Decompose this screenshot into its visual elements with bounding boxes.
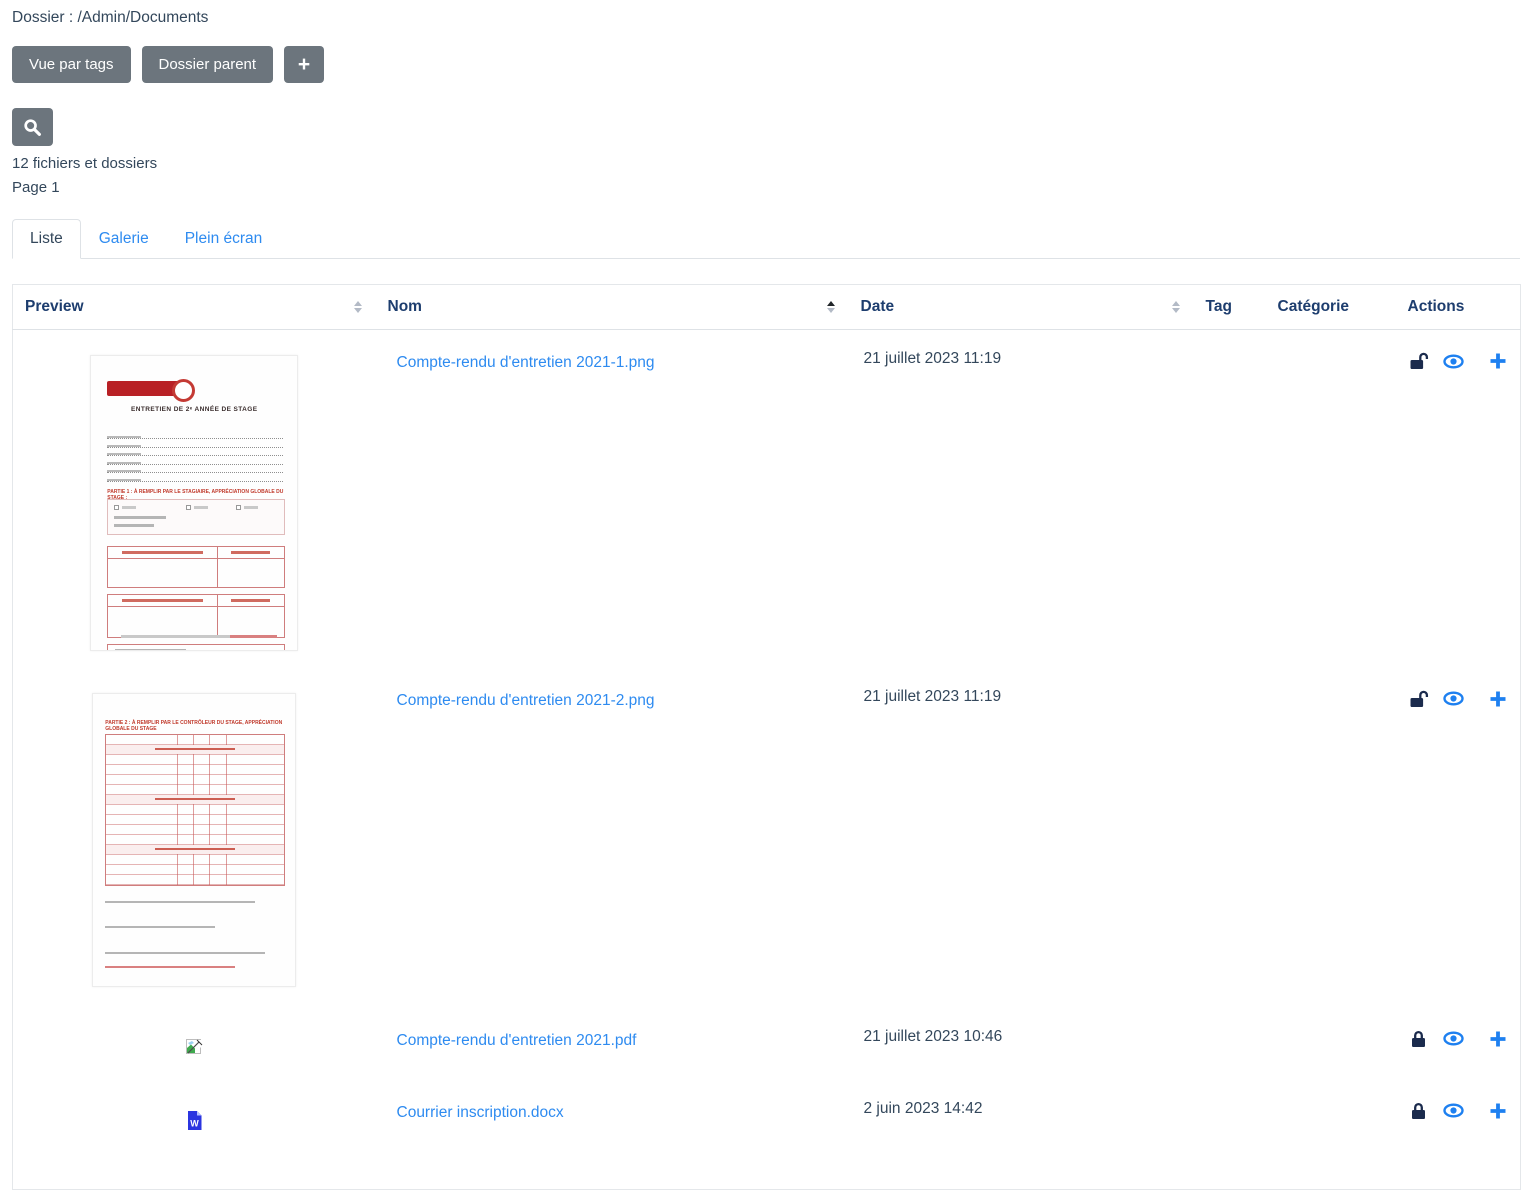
view-eye-icon[interactable] bbox=[1442, 691, 1464, 706]
thumbnail-footer-line bbox=[121, 635, 278, 638]
file-date: 21 juillet 2023 11:19 bbox=[863, 350, 1002, 367]
file-date: 21 juillet 2023 11:19 bbox=[863, 687, 1002, 705]
page-root: Dossier : /Admin/Documents Vue par tags … bbox=[0, 0, 1531, 1190]
parent-folder-button[interactable]: Dossier parent bbox=[141, 46, 274, 83]
tag-cell bbox=[1194, 668, 1266, 1008]
search-button[interactable] bbox=[12, 108, 53, 146]
signature-box-graphic bbox=[107, 644, 286, 650]
checkbox-box-graphic bbox=[107, 499, 286, 535]
text-line-graphic bbox=[105, 925, 216, 928]
text-line-graphic bbox=[105, 900, 256, 903]
file-date: 21 juillet 2023 10:46 bbox=[863, 1027, 1003, 1045]
column-header-actions: Actions bbox=[1395, 284, 1521, 330]
tag-cell bbox=[1194, 1008, 1266, 1080]
tag-cell bbox=[1194, 1080, 1266, 1190]
column-label: Preview bbox=[25, 298, 84, 315]
table-row: PARTIE 2 : À REMPLIR PAR LE CONTRÔLEUR D… bbox=[13, 668, 1521, 1008]
file-name-link[interactable]: Compte-rendu d'entretien 2021.pdf bbox=[397, 1032, 637, 1049]
column-header-categorie: Catégorie bbox=[1265, 284, 1396, 330]
form-lines-graphic bbox=[107, 435, 284, 486]
add-plus-icon[interactable] bbox=[1489, 1102, 1507, 1120]
file-preview-thumbnail[interactable]: PARTIE 2 : À REMPLIR PAR LE CONTRÔLEUR D… bbox=[92, 692, 297, 987]
tab-galerie[interactable]: Galerie bbox=[81, 219, 167, 259]
column-header-date[interactable]: Date bbox=[848, 284, 1194, 330]
column-header-preview[interactable]: Preview bbox=[12, 284, 376, 330]
category-cell bbox=[1266, 668, 1396, 1008]
file-date: 2 juin 2023 14:42 bbox=[863, 1099, 983, 1117]
tab-liste[interactable]: Liste bbox=[12, 219, 81, 259]
red-logo-graphic bbox=[107, 379, 196, 402]
word-letter: W bbox=[190, 1118, 199, 1128]
search-icon bbox=[23, 118, 42, 137]
toolbar: Vue par tags Dossier parent + bbox=[12, 46, 1520, 83]
file-table: Preview Nom Date Tag Catégorie Actions E… bbox=[12, 284, 1521, 1190]
file-name-link[interactable]: Compte-rendu d'entretien 2021-1.png bbox=[397, 354, 655, 371]
column-header-tag: Tag bbox=[1193, 284, 1266, 330]
add-plus-icon[interactable] bbox=[1489, 690, 1507, 708]
thumbnail-document-title: ENTRETIEN DE 2ᵉ ANNÉE DE STAGE bbox=[131, 406, 258, 413]
sort-icon[interactable] bbox=[1171, 301, 1180, 313]
file-table-zone: Preview Nom Date Tag Catégorie Actions E… bbox=[12, 284, 1521, 1190]
unlock-icon[interactable] bbox=[1409, 690, 1429, 708]
add-button[interactable]: + bbox=[284, 46, 325, 83]
word-file-icon: W bbox=[187, 1110, 202, 1135]
lock-icon[interactable] bbox=[1409, 1030, 1429, 1048]
file-preview-thumbnail[interactable]: ENTRETIEN DE 2ᵉ ANNÉE DE STAGE PARTIE 1 … bbox=[90, 355, 299, 651]
file-name-link[interactable]: Courrier inscription.docx bbox=[397, 1104, 564, 1121]
broken-image-icon bbox=[185, 1038, 203, 1060]
table-row: W Courrier inscription.docx 2 juin 2023 … bbox=[13, 1080, 1521, 1190]
view-by-tags-button[interactable]: Vue par tags bbox=[12, 46, 131, 83]
table-row: ENTRETIEN DE 2ᵉ ANNÉE DE STAGE PARTIE 1 … bbox=[13, 330, 1521, 668]
thumbnail-footer-line bbox=[105, 965, 236, 968]
page-number-label: Page 1 bbox=[12, 179, 60, 196]
sort-asc-active-icon[interactable] bbox=[826, 301, 835, 313]
files-count-label: 12 fichiers et dossiers bbox=[12, 155, 158, 172]
thumbnail-part2-heading: PARTIE 2 : À REMPLIR PAR LE CONTRÔLEUR D… bbox=[105, 719, 283, 732]
red-table-graphic bbox=[107, 546, 286, 588]
tab-plein-ecran[interactable]: Plein écran bbox=[167, 219, 281, 259]
category-cell bbox=[1266, 330, 1396, 668]
category-cell bbox=[1266, 1080, 1396, 1190]
view-tabs: Liste Galerie Plein écran bbox=[12, 219, 1520, 259]
text-line-graphic bbox=[105, 951, 266, 954]
red-table-graphic bbox=[107, 594, 286, 638]
view-eye-icon[interactable] bbox=[1442, 1103, 1464, 1118]
current-folder-path: Dossier : /Admin/Documents bbox=[12, 9, 209, 26]
evaluation-table-graphic bbox=[105, 733, 286, 886]
file-name-link[interactable]: Compte-rendu d'entretien 2021-2.png bbox=[397, 692, 655, 709]
sort-icon[interactable] bbox=[353, 301, 362, 313]
unlock-icon[interactable] bbox=[1409, 352, 1429, 370]
table-row: Compte-rendu d'entretien 2021.pdf 21 jui… bbox=[13, 1008, 1521, 1080]
view-eye-icon[interactable] bbox=[1442, 1031, 1464, 1046]
tag-cell bbox=[1194, 330, 1266, 668]
table-header-row: Preview Nom Date Tag Catégorie Actions bbox=[12, 284, 1521, 330]
view-eye-icon[interactable] bbox=[1442, 353, 1464, 369]
column-label: Nom bbox=[387, 298, 422, 315]
category-cell bbox=[1266, 1008, 1396, 1080]
column-label: Date bbox=[860, 298, 895, 315]
add-plus-icon[interactable] bbox=[1489, 352, 1507, 370]
column-header-nom[interactable]: Nom bbox=[375, 284, 849, 330]
lock-icon[interactable] bbox=[1409, 1102, 1429, 1120]
add-plus-icon[interactable] bbox=[1489, 1030, 1507, 1048]
